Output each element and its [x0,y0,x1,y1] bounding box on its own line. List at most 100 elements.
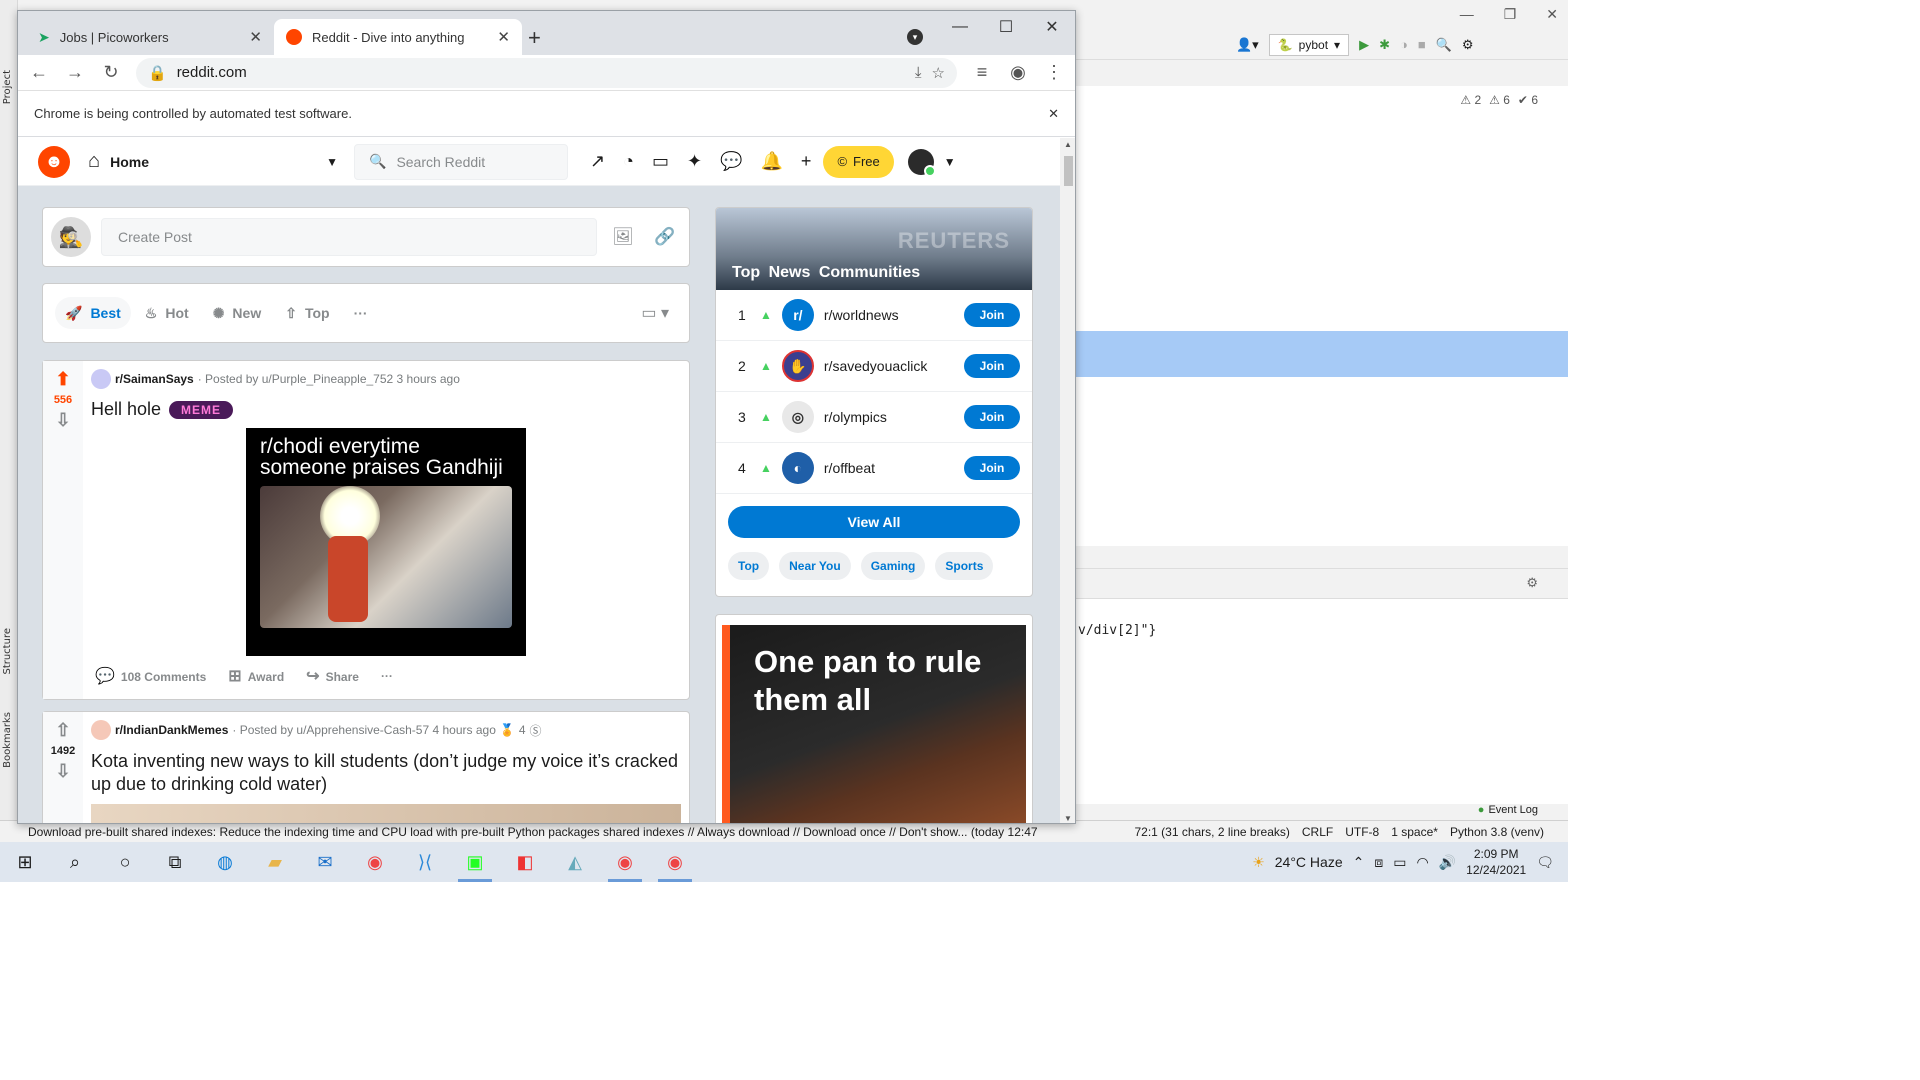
close-tab-icon[interactable]: ✕ [249,28,262,46]
post-flair[interactable]: MEME [169,400,234,419]
join-button[interactable]: Join [964,354,1020,378]
create-post-plus-icon[interactable]: + [801,151,812,172]
run-config-select[interactable]: 🐍 pybot ▾ [1268,33,1350,56]
status-message[interactable]: Download pre-built shared indexes: Reduc… [0,825,1038,839]
sort-new[interactable]: ✺ New [203,297,272,329]
menu-kebab-icon[interactable]: ⋮ [1043,62,1065,83]
clock[interactable]: 2:09 PM 12/24/2021 [1466,846,1526,878]
upvote-icon[interactable]: ⇧ [55,720,70,741]
inspection-widget[interactable]: ⚠ 2 ⚠ 6 ✔ 6 [1460,93,1538,107]
share-button[interactable]: ↪ Share [306,666,359,686]
close-icon[interactable]: ✕ [1029,11,1075,43]
post-card[interactable]: ⬆ 556 ⇩ r/SaimanSays · Posted by u/Purpl… [42,360,690,700]
page-scrollbar[interactable]: ▲ ▼ [1060,138,1075,823]
community-name[interactable]: r/olympics [824,409,964,425]
advertisement-card[interactable]: One pan to rule them all [715,614,1033,823]
back-icon[interactable]: ← [28,62,50,83]
sort-best[interactable]: 🚀 Best [55,297,131,329]
reading-list-icon[interactable]: ≡ [971,62,993,83]
bookmarks-tool-tab[interactable]: Bookmarks [2,712,13,768]
ad-image[interactable]: One pan to rule them all [722,625,1026,823]
subreddit-icon[interactable] [91,369,111,389]
chevron-up-icon[interactable]: ⌃ [1353,854,1365,871]
weather-text[interactable]: 24°C Haze [1275,854,1343,870]
upvote-icon[interactable]: ⬆ [55,369,70,390]
post-image[interactable]: r/chodi everytime someone praises Gandhi… [246,428,526,656]
wifi-icon[interactable]: ◠ [1417,854,1429,871]
file-explorer-icon[interactable]: ▰ [250,842,300,882]
subreddit-icon[interactable] [91,720,111,740]
meet-now-icon[interactable]: ⧈ [1374,854,1383,871]
mail-icon[interactable]: ✉ [300,842,350,882]
coverage-icon[interactable]: ◑ [1400,37,1408,52]
sort-hot[interactable]: ♨ Hot [135,297,199,329]
scroll-up-icon[interactable]: ▲ [1064,140,1072,149]
community-name[interactable]: r/savedyouaclick [824,358,964,374]
search-icon[interactable]: 🔍 [1436,37,1452,53]
view-all-button[interactable]: View All [728,506,1020,538]
ide-close-icon[interactable]: ✕ [1546,6,1558,23]
downvote-icon[interactable]: ⇩ [55,410,70,431]
search-icon[interactable]: ⌕ [50,842,100,882]
event-log-button[interactable]: ● Event Log [1478,804,1538,816]
coins-icon[interactable]: ✦ [687,151,702,172]
ide-minimize-icon[interactable]: — [1460,6,1474,23]
search-input[interactable]: 🔍 Search Reddit [354,143,568,180]
post-title[interactable]: Kota inventing new ways to kill students… [91,750,681,796]
caret-position[interactable]: 72:1 (31 chars, 2 line breaks) [1134,825,1289,839]
reddit-logo-icon[interactable]: ☻ [38,145,70,178]
subreddit-link[interactable]: r/IndianDankMemes [115,723,228,737]
indent-setting[interactable]: 1 space* [1391,825,1438,839]
avatar[interactable]: 🕵 [51,217,91,257]
address-bar[interactable]: 🔒 reddit.com ⤓ ☆ [136,57,957,88]
lock-icon[interactable]: 🔒 [148,64,167,82]
file-encoding[interactable]: UTF-8 [1345,825,1379,839]
subreddit-link[interactable]: r/SaimanSays [115,372,194,386]
chip-gaming[interactable]: Gaming [860,552,926,580]
ide-restore-icon[interactable]: ❐ [1504,6,1517,23]
award-button[interactable]: ⊞ Award [228,666,284,686]
home-dropdown[interactable]: ⌂ Home ▼ [88,150,338,173]
sort-top[interactable]: ⇧ Top [275,297,339,329]
community-row[interactable]: 2 ▲ ✋ r/savedyouaclick Join [716,341,1032,392]
pycharm-icon[interactable]: ▣ [450,842,500,882]
user-icon[interactable]: 👤▾ [1236,37,1259,53]
structure-tool-tab[interactable]: Structure [2,628,13,675]
tab-search-icon[interactable]: ▾ [907,29,923,45]
weather-icon[interactable]: ☀ [1252,854,1265,871]
install-app-icon[interactable]: ⤓ [915,64,922,81]
tab-reddit[interactable]: Reddit - Dive into anything ✕ [274,19,522,55]
profile-icon[interactable]: ◉ [1007,62,1029,83]
settings-icon[interactable]: ⚙ [1462,37,1474,53]
chrome-icon[interactable]: ◉ [350,842,400,882]
app-icon[interactable]: ◭ [550,842,600,882]
project-tool-tab[interactable]: Project [2,70,13,104]
chip-near-you[interactable]: Near You [779,552,851,580]
all-icon[interactable]: ◔ [623,151,634,172]
gear-icon[interactable]: ⚙ [1526,575,1538,591]
post-title[interactable]: Hell hole MEME [91,399,681,420]
reload-icon[interactable]: ↻ [100,62,122,83]
chrome-icon[interactable]: ◉ [650,842,700,882]
more-options-icon[interactable]: ··· [381,669,393,683]
close-tab-icon[interactable]: ✕ [497,28,510,46]
task-view-icon[interactable]: ⧉ [150,842,200,882]
link-icon[interactable]: 🔗 [649,227,681,247]
new-tab-button[interactable]: + [528,25,541,51]
chip-sports[interactable]: Sports [935,552,994,580]
join-button[interactable]: Join [964,405,1020,429]
chip-top[interactable]: Top [728,552,770,580]
chrome-icon[interactable]: ◉ [600,842,650,882]
code-editor[interactable] [1076,86,1568,546]
post-card[interactable]: ⇧ 1492 ⇩ r/IndianDankMemes · Posted by u… [42,711,690,823]
debug-icon[interactable]: ✱ [1379,37,1390,53]
tab-picoworkers[interactable]: ➤ Jobs | Picoworkers ✕ [26,19,274,55]
scrollbar-thumb[interactable] [1064,156,1073,186]
start-windows-icon[interactable]: ⊞ [0,842,50,882]
python-interpreter[interactable]: Python 3.8 (venv) [1450,825,1544,839]
image-upload-icon[interactable]: 🖼 [607,227,639,247]
forward-icon[interactable]: → [64,62,86,83]
post-author[interactable]: · Posted by u/Apprehensive-Cash-57 4 hou… [232,723,496,737]
user-avatar[interactable] [907,148,936,177]
more-sort-options[interactable]: ··· [344,297,378,329]
